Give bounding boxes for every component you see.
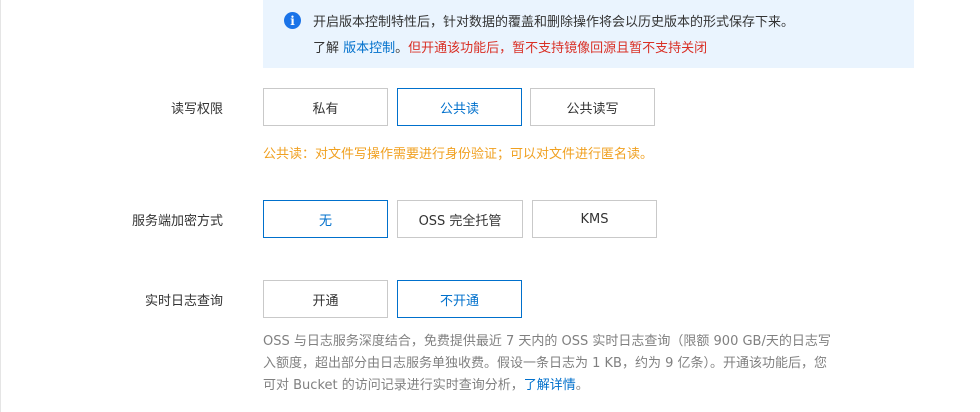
learn-details-link[interactable]: 了解详情 — [524, 378, 576, 393]
encryption-option-none[interactable]: 无 — [263, 200, 388, 238]
notice-separator: 。 — [395, 41, 409, 56]
acl-option-public-read[interactable]: 公共读 — [397, 88, 522, 126]
acl-option-public-read-write[interactable]: 公共读写 — [530, 88, 655, 126]
acl-hint: 公共读：对文件写操作需要进行身份验证；可以对文件进行匿名读。 — [263, 147, 654, 162]
desc-line-2: 入额度，超出部分由日志服务单独收费。假设一条日志为 1 KB，约为 9 亿条）。… — [263, 356, 828, 371]
realtime-log-description: OSS 与日志服务深度结合，免费提供最近 7 天内的 OSS 实时日志查询（限额… — [263, 331, 918, 397]
desc-line-3-text: 可对 Bucket 的访问记录进行实时查询分析， — [263, 378, 524, 393]
notice-text: 开启版本控制特性后，针对数据的覆盖和删除操作将会以历史版本的形式保存下来。 — [313, 15, 795, 30]
left-divider — [0, 0, 1, 412]
realtime-log-label: 实时日志查询 — [144, 294, 223, 309]
info-icon: i — [284, 12, 301, 29]
acl-label: 读写权限 — [170, 102, 223, 117]
encryption-option-kms[interactable]: KMS — [532, 200, 657, 238]
version-control-link[interactable]: 版本控制 — [343, 41, 395, 56]
encryption-label: 服务端加密方式 — [131, 214, 223, 229]
notice-warning: 但开通该功能后，暂不支持镜像回源且暂不支持关闭 — [408, 41, 708, 56]
realtime-log-option-enable[interactable]: 开通 — [263, 280, 388, 318]
desc-line-3: 可对 Bucket 的访问记录进行实时查询分析，了解详情。 — [263, 375, 918, 397]
version-control-notice: i 开启版本控制特性后，针对数据的覆盖和删除操作将会以历史版本的形式保存下来。 … — [263, 0, 914, 68]
realtime-log-option-disable[interactable]: 不开通 — [397, 280, 522, 318]
notice-learn-more: 了解 版本控制。但开通该功能后，暂不支持镜像回源且暂不支持关闭 — [313, 37, 707, 56]
acl-option-private[interactable]: 私有 — [263, 88, 388, 126]
notice-prefix: 了解 — [313, 41, 344, 56]
desc-line-3-end: 。 — [575, 378, 589, 393]
encryption-option-oss-managed[interactable]: OSS 完全托管 — [397, 200, 523, 238]
desc-line-1: OSS 与日志服务深度结合，免费提供最近 7 天内的 OSS 实时日志查询（限额… — [263, 334, 831, 349]
